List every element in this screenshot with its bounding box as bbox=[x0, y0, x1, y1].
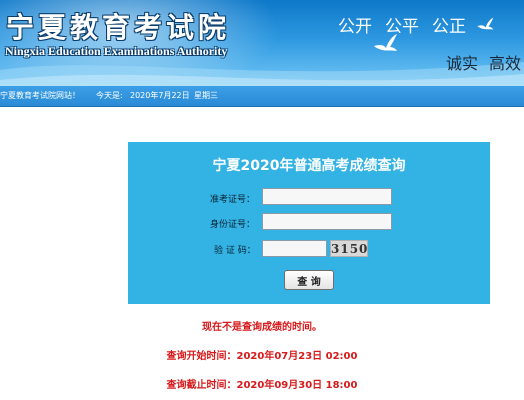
slogan-efficient: 高效 bbox=[489, 54, 522, 73]
site-subtitle: Ningxia Education Examinations Authority bbox=[5, 44, 228, 58]
current-date: 2020年7月22日 bbox=[130, 91, 190, 100]
captcha-input[interactable] bbox=[262, 240, 327, 257]
id-number-label: 身份证号： bbox=[210, 220, 256, 230]
exam-number-input[interactable] bbox=[262, 188, 392, 205]
dove-icon bbox=[374, 34, 397, 51]
status-bar: 宁夏教育考试院网站！ 今天是: 2020年7月22日 星期三 bbox=[0, 86, 524, 107]
query-button[interactable]: 查 询 bbox=[284, 270, 334, 290]
header-banner: 宁夏教育考试院 Ningxia Education Examinations A… bbox=[0, 0, 524, 86]
captcha-image[interactable]: 3150 bbox=[330, 240, 368, 257]
date-prefix: 今天是: bbox=[96, 91, 123, 100]
query-title: 宁夏2020年普通高考成绩查询 bbox=[212, 158, 406, 174]
exam-number-label: 准考证号： bbox=[210, 195, 256, 205]
query-start-time: 查询开始时间：2020年07月23日 02:00 bbox=[166, 351, 358, 362]
id-number-input[interactable] bbox=[262, 213, 392, 230]
slogan-honest: 诚实 bbox=[446, 54, 479, 73]
captcha-label: 验 证 码： bbox=[214, 246, 256, 256]
site-title: 宁夏教育考试院 bbox=[6, 11, 231, 44]
dove-icon bbox=[477, 17, 494, 30]
query-status-notice: 现在不是查询成绩的时间。 bbox=[202, 322, 322, 333]
current-weekday: 星期三 bbox=[194, 91, 218, 100]
query-end-time: 查询截止时间：2020年09月30日 18:00 bbox=[166, 380, 358, 391]
slogan-open: 公开 bbox=[338, 17, 372, 37]
welcome-text: 宁夏教育考试院网站！ bbox=[0, 91, 80, 100]
slogan-just: 公正 bbox=[432, 17, 466, 37]
